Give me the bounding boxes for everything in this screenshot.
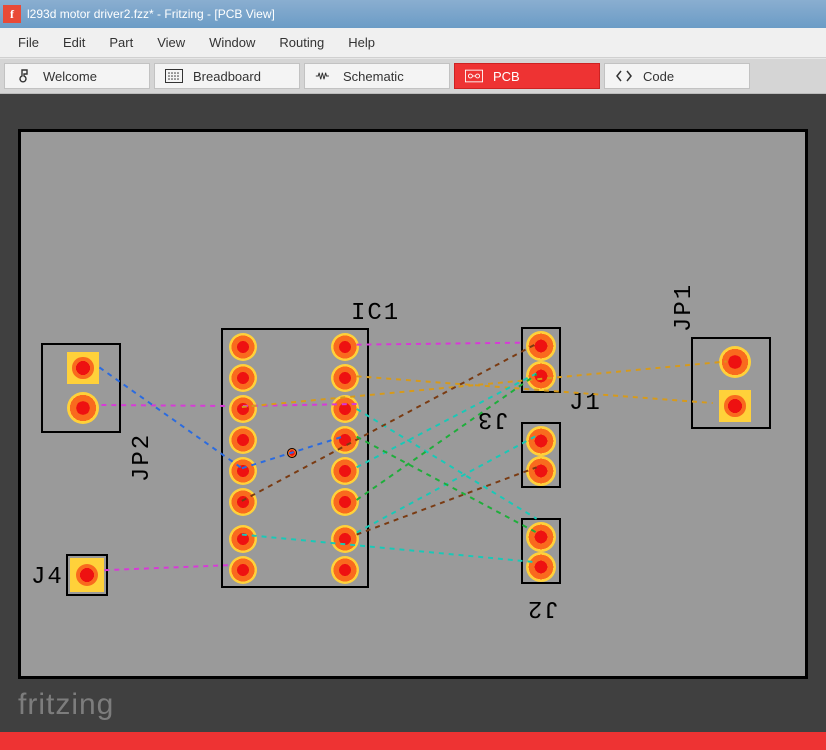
pad-ic1-r5[interactable] bbox=[331, 457, 359, 485]
tab-breadboard-label: Breadboard bbox=[193, 69, 261, 84]
breadboard-icon bbox=[165, 67, 183, 85]
tab-breadboard[interactable]: Breadboard bbox=[154, 63, 300, 89]
app-icon: f bbox=[3, 5, 21, 23]
tab-welcome-label: Welcome bbox=[43, 69, 97, 84]
ic1-via[interactable] bbox=[287, 448, 297, 458]
pad-rt3-2[interactable] bbox=[526, 552, 556, 582]
pad-jp1-1[interactable] bbox=[719, 346, 751, 378]
tab-schematic[interactable]: Schematic bbox=[304, 63, 450, 89]
pad-ic1-l5[interactable] bbox=[229, 457, 257, 485]
pad-ic1-l4[interactable] bbox=[229, 426, 257, 454]
ratsnest-layer bbox=[21, 132, 805, 676]
tab-code-label: Code bbox=[643, 69, 674, 84]
menu-window[interactable]: Window bbox=[197, 31, 267, 54]
pcb-board[interactable]: JP2 J4 IC1 J bbox=[18, 129, 808, 679]
pcb-icon bbox=[465, 67, 483, 85]
menu-part[interactable]: Part bbox=[97, 31, 145, 54]
window-title: l293d motor driver2.fzz* - Fritzing - [P… bbox=[27, 7, 275, 21]
tab-welcome[interactable]: Welcome bbox=[4, 63, 150, 89]
label-j3: J3 bbox=[476, 405, 509, 432]
code-icon bbox=[615, 67, 633, 85]
label-j2: J2 bbox=[526, 594, 559, 621]
pad-rt2-1[interactable] bbox=[526, 426, 556, 456]
label-ic1: IC1 bbox=[351, 300, 400, 327]
schematic-icon bbox=[315, 67, 333, 85]
pad-ic1-r7[interactable] bbox=[331, 525, 359, 553]
tab-schematic-label: Schematic bbox=[343, 69, 404, 84]
menu-view[interactable]: View bbox=[145, 31, 197, 54]
pad-jp2-2[interactable] bbox=[67, 392, 99, 424]
label-j4: J4 bbox=[31, 564, 64, 591]
pad-rt2-2[interactable] bbox=[526, 456, 556, 486]
fritzing-brand: fritzing bbox=[18, 688, 114, 722]
window-titlebar: f l293d motor driver2.fzz* - Fritzing - … bbox=[0, 0, 826, 28]
menu-edit[interactable]: Edit bbox=[51, 31, 97, 54]
pad-ic1-l3[interactable] bbox=[229, 395, 257, 423]
pad-ic1-r8[interactable] bbox=[331, 556, 359, 584]
pad-ic1-l8[interactable] bbox=[229, 556, 257, 584]
pad-ic1-l1[interactable] bbox=[229, 333, 257, 361]
pad-ic1-l7[interactable] bbox=[229, 525, 257, 553]
pcb-canvas[interactable]: JP2 J4 IC1 J bbox=[0, 94, 826, 732]
menu-routing[interactable]: Routing bbox=[267, 31, 336, 54]
pad-ic1-r4[interactable] bbox=[331, 426, 359, 454]
pad-jp2-1[interactable] bbox=[67, 352, 99, 384]
pad-j4-1[interactable] bbox=[70, 558, 104, 592]
label-j1: J1 bbox=[569, 390, 602, 417]
label-jp1: JP1 bbox=[671, 283, 698, 332]
status-bar bbox=[0, 732, 826, 750]
pad-ic1-r6[interactable] bbox=[331, 488, 359, 516]
tab-pcb-label: PCB bbox=[493, 69, 520, 84]
pad-ic1-l6[interactable] bbox=[229, 488, 257, 516]
pad-rt1-1[interactable] bbox=[526, 331, 556, 361]
menu-file[interactable]: File bbox=[6, 31, 51, 54]
tab-code[interactable]: Code bbox=[604, 63, 750, 89]
tab-pcb[interactable]: PCB bbox=[454, 63, 600, 89]
label-jp2: JP2 bbox=[129, 433, 156, 482]
pad-jp1-2[interactable] bbox=[719, 390, 751, 422]
pad-rt3-1[interactable] bbox=[526, 522, 556, 552]
pad-ic1-r2[interactable] bbox=[331, 364, 359, 392]
menu-help[interactable]: Help bbox=[336, 31, 387, 54]
pad-rt1-2[interactable] bbox=[526, 361, 556, 391]
pad-ic1-r1[interactable] bbox=[331, 333, 359, 361]
pad-ic1-l2[interactable] bbox=[229, 364, 257, 392]
pad-ic1-r3[interactable] bbox=[331, 395, 359, 423]
welcome-icon bbox=[15, 67, 33, 85]
menu-bar: File Edit Part View Window Routing Help bbox=[0, 28, 826, 58]
view-tabs: Welcome Breadboard Schematic PCB Code bbox=[0, 58, 826, 94]
